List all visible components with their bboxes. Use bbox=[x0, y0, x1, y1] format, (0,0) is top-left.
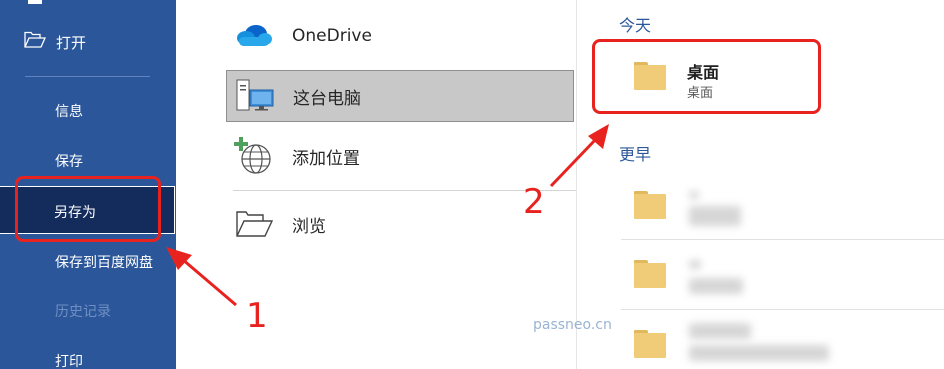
row-separator bbox=[621, 239, 944, 240]
folder-open-icon bbox=[234, 204, 274, 244]
this-pc-icon bbox=[235, 76, 275, 116]
sidebar-item-save[interactable]: 保存 bbox=[55, 151, 83, 171]
sidebar-item-history: 历史记录 bbox=[55, 304, 111, 320]
location-add-place[interactable]: 添加位置 bbox=[226, 130, 574, 182]
blurred-path bbox=[689, 206, 741, 226]
location-browse[interactable]: 浏览 bbox=[226, 198, 574, 250]
folder-icon bbox=[634, 330, 666, 358]
annotation-box-save-as bbox=[15, 176, 161, 242]
blurred-title bbox=[689, 260, 701, 269]
previous-item-stub bbox=[28, 0, 42, 4]
annotation-step-1: 1 bbox=[246, 296, 268, 336]
folder-icon bbox=[634, 191, 666, 219]
location-browse-label: 浏览 bbox=[292, 216, 326, 237]
blurred-path bbox=[689, 345, 829, 361]
sidebar-item-open-label: 打开 bbox=[56, 33, 87, 52]
recent-group-today: 今天 bbox=[619, 16, 652, 35]
add-location-globe-icon bbox=[234, 136, 274, 176]
blurred-title bbox=[689, 191, 699, 199]
blurred-title bbox=[689, 323, 751, 339]
location-this-pc-label: 这台电脑 bbox=[293, 88, 361, 109]
location-onedrive-label: OneDrive bbox=[292, 26, 372, 46]
sidebar-item-open[interactable]: 打开 bbox=[24, 30, 86, 54]
location-onedrive[interactable]: OneDrive bbox=[226, 10, 574, 62]
sidebar-item-print[interactable]: 打印 bbox=[55, 351, 83, 369]
watermark: passneo.cn bbox=[533, 317, 612, 333]
annotation-step-2: 2 bbox=[523, 182, 545, 222]
row-separator bbox=[621, 309, 944, 310]
recent-group-earlier: 更早 bbox=[619, 145, 652, 164]
sidebar-item-save-to-baidu[interactable]: 保存到百度网盘 bbox=[55, 252, 153, 272]
sidebar-divider bbox=[25, 76, 150, 77]
folder-icon bbox=[634, 260, 666, 288]
annotation-box-desktop bbox=[592, 39, 821, 114]
location-add-place-label: 添加位置 bbox=[292, 148, 360, 169]
folder-open-icon bbox=[24, 31, 56, 53]
onedrive-cloud-icon bbox=[234, 16, 274, 56]
pane-divider bbox=[576, 0, 577, 369]
location-this-pc[interactable]: 这台电脑 bbox=[226, 70, 574, 122]
blurred-path bbox=[689, 278, 743, 294]
sidebar-item-info[interactable]: 信息 bbox=[55, 101, 83, 121]
